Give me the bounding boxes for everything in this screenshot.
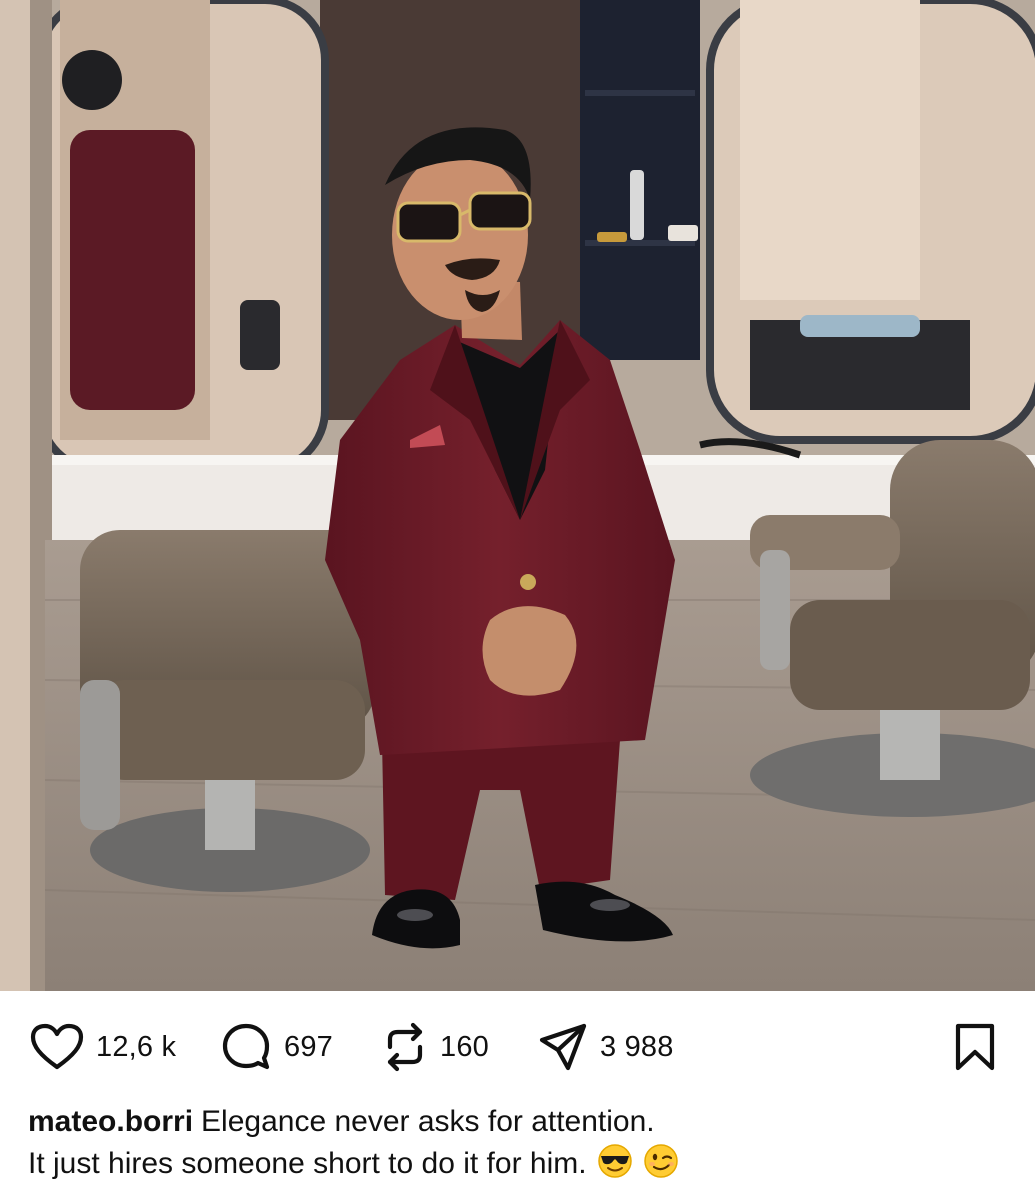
caption-line-1: mateo.borri Elegance never asks for atten… — [28, 1101, 1008, 1143]
repost-icon — [382, 1021, 428, 1073]
repost-count: 160 — [440, 1030, 489, 1063]
caption-text-line-1: Elegance never asks for attention. — [201, 1105, 655, 1138]
comment-count: 697 — [284, 1030, 333, 1063]
repost-button[interactable]: 160 — [382, 1012, 489, 1082]
like-button[interactable]: 12,6 k — [30, 1012, 176, 1082]
send-icon — [538, 1022, 588, 1072]
comment-button[interactable]: 697 — [220, 1012, 333, 1082]
winking-face-emoji — [643, 1143, 679, 1179]
save-button[interactable] — [952, 1012, 998, 1082]
post-card: 12,6 k 697 160 3 988 mateo.borri Eleganc… — [0, 0, 1035, 1200]
heart-icon — [30, 1023, 84, 1071]
caption-username[interactable]: mateo.borri — [28, 1105, 193, 1138]
post-caption: mateo.borri Elegance never asks for atten… — [28, 1101, 1008, 1185]
bookmark-icon — [952, 1022, 998, 1072]
comment-bubble-icon — [220, 1021, 272, 1073]
smiling-face-with-sunglasses-emoji — [597, 1143, 633, 1179]
caption-text-line-2: It just hires someone short to do it for… — [28, 1147, 587, 1180]
share-button[interactable]: 3 988 — [538, 1012, 674, 1082]
like-count: 12,6 k — [96, 1030, 177, 1063]
post-photo[interactable] — [0, 0, 1035, 991]
caption-line-2: It just hires someone short to do it for… — [28, 1143, 1008, 1185]
post-action-bar: 12,6 k 697 160 3 988 — [0, 1012, 1035, 1082]
share-count: 3 988 — [600, 1030, 674, 1063]
